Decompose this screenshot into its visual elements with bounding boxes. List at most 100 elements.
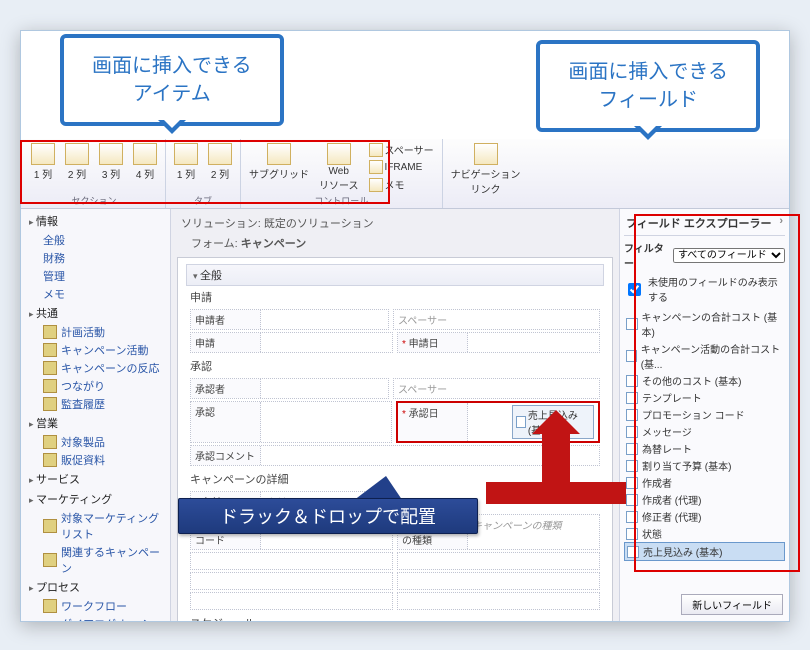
field-icon — [626, 443, 638, 455]
field-item[interactable]: 作成者 — [624, 474, 785, 491]
ribbon-btn-webresource[interactable]: Web リソース — [315, 141, 363, 194]
field-item[interactable]: 作成者 (代理) — [624, 491, 785, 508]
field-item[interactable]: メッセージ — [624, 423, 785, 440]
link-icon — [474, 143, 498, 165]
nav-item[interactable]: 全般 — [21, 231, 170, 249]
ribbon-btn-navlink[interactable]: ナビゲーション リンク — [447, 141, 525, 198]
nav-item[interactable]: 関連するキャンペーン — [21, 543, 170, 577]
field-icon — [626, 511, 638, 523]
form-cell-empty[interactable] — [190, 592, 393, 610]
field-item[interactable]: 割り当て予算 (基本) — [624, 457, 785, 474]
ribbon-group-nav: ナビゲーション リンク — [443, 139, 529, 208]
literature-icon — [43, 453, 57, 467]
field-explorer: フィールド エクスプローラー› フィルター すべてのフィールド 未使用のフィール… — [619, 209, 789, 621]
filter-select[interactable]: すべてのフィールド — [673, 248, 785, 263]
field-icon — [626, 460, 638, 472]
form-cell[interactable]: 申請者 — [190, 309, 389, 330]
field-item-selected[interactable]: 売上見込み (基本) — [624, 542, 785, 561]
field-item[interactable]: テンプレート — [624, 389, 785, 406]
subsection-schedule: スケジュール — [186, 612, 604, 621]
spacer-icon — [369, 143, 383, 157]
nav-item[interactable]: 計画活動 — [21, 323, 170, 341]
nav-item[interactable]: 対象製品 — [21, 433, 170, 451]
ribbon-btn-2col[interactable]: 2 列 — [61, 141, 93, 183]
field-item[interactable]: プロモーション コード — [624, 406, 785, 423]
ribbon-btn-iframe[interactable]: IFRAME — [365, 159, 438, 175]
nav-head-marketing[interactable]: マーケティング — [21, 489, 170, 509]
nav-item[interactable]: キャンペーンの反応 — [21, 359, 170, 377]
nav-head-common[interactable]: 共通 — [21, 303, 170, 323]
unused-only-row[interactable]: 未使用のフィールドのみ表示する — [624, 274, 785, 308]
nav-head-info[interactable]: 情報 — [21, 211, 170, 231]
form-cell-empty[interactable] — [190, 572, 393, 590]
left-nav: 情報 全般 財務 管理 メモ 共通 計画活動 キャンペーン活動 キャンペーンの反… — [21, 209, 171, 621]
callout-line2: フィールド — [568, 86, 728, 114]
nav-item[interactable]: ワークフロー — [21, 597, 170, 615]
columns-icon — [31, 143, 55, 165]
note-icon — [369, 178, 383, 192]
field-explorer-title: フィールド エクスプローラー› — [624, 213, 785, 236]
campaign-icon — [43, 553, 57, 567]
form-cell-empty[interactable] — [397, 552, 600, 570]
dd-callout: ドラック＆ドロップで配置 — [178, 498, 478, 534]
nav-item[interactable]: 対象マーケティング リスト — [21, 509, 170, 543]
ribbon-btn-spacer[interactable]: スペーサー — [365, 141, 438, 158]
field-icon — [626, 375, 638, 387]
form-cell[interactable]: 承認者 — [190, 378, 389, 399]
nav-item[interactable]: メモ — [21, 285, 170, 303]
field-icon — [626, 528, 638, 540]
form-cell-empty[interactable] — [397, 592, 600, 610]
nav-head-process[interactable]: プロセス — [21, 577, 170, 597]
field-item[interactable]: 修正者 (代理) — [624, 508, 785, 525]
field-item[interactable]: 為替レート — [624, 440, 785, 457]
form-spacer[interactable]: スペーサー — [393, 309, 600, 330]
ribbon-btn-3col[interactable]: 3 列 — [95, 141, 127, 183]
nav-item[interactable]: 監査履歴 — [21, 395, 170, 413]
nav-head-sales[interactable]: 営業 — [21, 413, 170, 433]
ribbon-btn-subgrid[interactable]: サブグリッド — [245, 141, 313, 183]
form-cell[interactable]: 承認 — [190, 401, 392, 443]
field-item[interactable]: 状態 — [624, 525, 785, 542]
subsection-shounin: 承認 — [186, 355, 604, 376]
nav-item[interactable]: つながり — [21, 377, 170, 395]
form-line: フォーム: キャンペーン — [177, 233, 613, 253]
nav-item[interactable]: 販促資料 — [21, 451, 170, 469]
nav-item[interactable]: 財務 — [21, 249, 170, 267]
ribbon-btn-1col[interactable]: 1 列 — [27, 141, 59, 183]
ribbon-btn-tab2[interactable]: 2 列 — [204, 141, 236, 183]
ribbon-group-label: タブ — [170, 194, 236, 207]
ribbon-btn-memo[interactable]: メモ — [365, 176, 438, 193]
filter-label: フィルター — [624, 240, 669, 270]
ribbon-group-control: サブグリッド Web リソース スペーサー IFRAME メモ コントロール — [241, 139, 443, 208]
nav-item[interactable]: 管理 — [21, 267, 170, 285]
callout-insertable-fields: 画面に挿入できる フィールド — [536, 40, 760, 132]
new-field-button[interactable]: 新しいフィールド — [681, 594, 783, 615]
field-item[interactable]: キャンペーン活動の合計コスト (基... — [624, 340, 785, 372]
activity-icon — [43, 325, 57, 339]
nav-item[interactable]: キャンペーン活動 — [21, 341, 170, 359]
form-cell[interactable]: 申請 — [190, 332, 393, 353]
form-cell-empty[interactable] — [397, 572, 600, 590]
ribbon-group-label: コントロール — [245, 194, 438, 207]
connection-icon — [43, 379, 57, 393]
unused-only-checkbox[interactable] — [628, 283, 641, 296]
response-icon — [43, 361, 57, 375]
field-icon — [626, 350, 637, 362]
audit-icon — [43, 397, 57, 411]
solution-line: ソリューション: 既定のソリューション — [177, 213, 613, 233]
field-item[interactable]: キャンペーンの合計コスト (基本) — [624, 308, 785, 340]
nav-item[interactable]: ダイアログ セッション — [21, 615, 170, 621]
field-icon — [626, 494, 638, 506]
field-filter-row: フィルター すべてのフィールド — [624, 236, 785, 274]
columns-icon — [65, 143, 89, 165]
activity-icon — [43, 343, 57, 357]
form-cell[interactable]: 申請日 — [397, 332, 600, 353]
main-row: 情報 全般 財務 管理 メモ 共通 計画活動 キャンペーン活動 キャンペーンの反… — [21, 209, 789, 621]
ribbon-btn-4col[interactable]: 4 列 — [129, 141, 161, 183]
form-cell-empty[interactable] — [190, 552, 393, 570]
ribbon-group-label: セクション — [27, 194, 161, 207]
section-general[interactable]: 全般 — [186, 264, 604, 286]
field-item[interactable]: その他のコスト (基本) — [624, 372, 785, 389]
nav-head-service[interactable]: サービス — [21, 469, 170, 489]
product-icon — [43, 435, 57, 449]
